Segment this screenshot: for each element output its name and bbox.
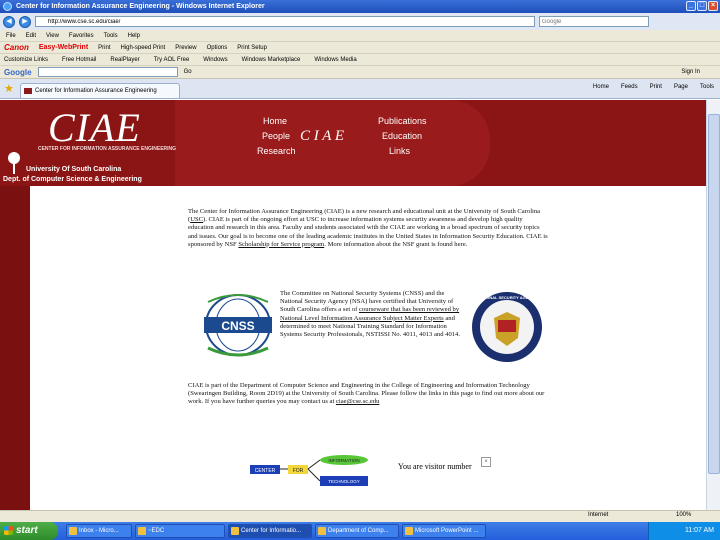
visitor-counter-label: You are visitor number <box>398 462 472 471</box>
window-titlebar: Center for Information Assurance Enginee… <box>0 0 720 13</box>
cmd-feeds[interactable]: Feeds <box>621 84 638 90</box>
menu-file[interactable]: File <box>6 33 16 39</box>
google-toolbar: Google Go Sign In <box>0 65 720 79</box>
tray-clock[interactable]: 11:07 AM <box>685 527 714 534</box>
canon-logo: Canon <box>4 43 29 52</box>
google-signin-link[interactable]: Sign In <box>681 69 700 75</box>
svg-text:FOR: FOR <box>293 468 304 474</box>
tab-ciae[interactable]: Center for Information Assurance Enginee… <box>20 83 180 98</box>
easy-webprint-button[interactable]: Easy-WebPrint <box>39 44 88 51</box>
canon-setup-button[interactable]: Print Setup <box>237 45 267 51</box>
usc-link[interactable]: USC <box>190 216 203 223</box>
site-header: CIAE CENTER FOR INFORMATION ASSURANCE EN… <box>0 100 706 186</box>
task-inbox[interactable]: Inbox - Micro... <box>66 524 132 538</box>
nav-home[interactable]: Home <box>263 116 287 126</box>
menu-favorites[interactable]: Favorites <box>69 33 94 39</box>
task-ciae-browser[interactable]: Center for Informatio... <box>228 524 312 538</box>
intro-paragraph: The Center for Information Assurance Eng… <box>188 208 548 248</box>
canon-print-button[interactable]: Print <box>98 45 110 51</box>
nav-publications[interactable]: Publications <box>378 116 427 126</box>
svg-text:INFORMATION: INFORMATION <box>328 458 359 463</box>
department-name: Dept. of Computer Science & Engineering <box>3 176 142 183</box>
svg-text:CNSS: CNSS <box>221 319 254 333</box>
canon-options-button[interactable]: Options <box>207 45 228 51</box>
search-input[interactable] <box>539 16 649 27</box>
google-go-button[interactable]: Go <box>184 69 192 75</box>
nsf-sfs-link[interactable]: Scholarship for Service program <box>238 241 324 248</box>
web-page: CIAE CENTER FOR INFORMATION ASSURANCE EN… <box>0 100 706 510</box>
command-bar: Home Feeds Print Page Tools <box>593 84 714 90</box>
window-title: Center for Information Assurance Enginee… <box>16 3 265 10</box>
task-powerpoint[interactable]: Microsoft PowerPoint ... <box>402 524 486 538</box>
cmd-print[interactable]: Print <box>650 84 662 90</box>
forward-button[interactable]: ▶ <box>19 15 31 28</box>
page-scrollbar[interactable] <box>706 100 720 510</box>
taskbar: start Inbox - Micro... ~EDC Center for I… <box>0 522 720 540</box>
favorites-star-icon[interactable]: ★ <box>4 83 16 95</box>
visitor-counter-image: × <box>481 457 491 467</box>
task-edc[interactable]: ~EDC <box>135 524 225 538</box>
svg-text:TECHNOLOGY: TECHNOLOGY <box>328 479 360 484</box>
maximize-button[interactable]: □ <box>697 1 707 11</box>
ciae-logo-subtitle: CENTER FOR INFORMATION ASSURANCE ENGINEE… <box>37 146 177 152</box>
menu-help[interactable]: Help <box>128 33 140 39</box>
university-name: University Of South Carolina <box>26 166 122 173</box>
svg-text:CENTER: CENTER <box>255 468 276 474</box>
back-button[interactable]: ◀ <box>3 15 15 28</box>
nav-people[interactable]: People <box>262 131 290 141</box>
address-bar: ◀ ▶ <box>0 13 720 30</box>
status-zone: Internet <box>588 512 609 518</box>
cnss-logo-icon: CNSS <box>204 294 272 357</box>
nav-links[interactable]: Links <box>389 146 410 156</box>
link-customize[interactable]: Customize Links <box>4 57 48 63</box>
ie-icon <box>3 2 12 11</box>
information-technology-graphic: CENTER FOR INFORMATION TECHNOLOGY <box>250 455 368 486</box>
main-content: The Center for Information Assurance Eng… <box>30 186 706 510</box>
google-search-input[interactable] <box>37 67 178 77</box>
link-windows[interactable]: Windows <box>203 57 227 63</box>
links-bar: Customize Links Free Hotmail RealPlayer … <box>0 53 720 65</box>
link-realplayer[interactable]: RealPlayer <box>110 57 139 63</box>
department-paragraph: CIAE is part of the Department of Comput… <box>188 382 545 406</box>
start-button[interactable]: start <box>0 522 58 540</box>
system-tray: 11:07 AM <box>648 522 720 540</box>
email-link[interactable]: ciae@cse.sc.edu <box>336 398 379 405</box>
menu-bar: File Edit View Favorites Tools Help <box>0 30 720 41</box>
scrollbar-thumb[interactable] <box>708 114 720 474</box>
nav-research[interactable]: Research <box>257 146 296 156</box>
url-input[interactable] <box>35 16 535 27</box>
task-department[interactable]: Department of Comp... <box>315 524 399 538</box>
cnss-paragraph: The Committee on National Security Syste… <box>280 290 460 339</box>
window-controls: _ □ × <box>686 1 718 11</box>
ciae-center-glyph: C I A E <box>300 128 345 144</box>
menu-edit[interactable]: Edit <box>26 33 36 39</box>
menu-tools[interactable]: Tools <box>104 33 118 39</box>
link-marketplace[interactable]: Windows Marketplace <box>242 57 301 63</box>
link-hotmail[interactable]: Free Hotmail <box>62 57 96 63</box>
status-bar <box>0 510 720 522</box>
minimize-button[interactable]: _ <box>686 1 696 11</box>
nsa-seal-icon: NATIONAL SECURITY AGENCY <box>472 292 542 362</box>
canon-highspeed-button[interactable]: High-speed Print <box>121 45 166 51</box>
link-aol[interactable]: Try AOL Free <box>154 57 190 63</box>
ciae-logo[interactable]: CIAE <box>48 104 141 151</box>
cmd-page[interactable]: Page <box>674 84 688 90</box>
nav-education[interactable]: Education <box>382 131 422 141</box>
canon-preview-button[interactable]: Preview <box>175 45 196 51</box>
palmetto-icon <box>8 152 20 174</box>
svg-text:NATIONAL SECURITY AGENCY: NATIONAL SECURITY AGENCY <box>477 295 537 300</box>
close-button[interactable]: × <box>708 1 718 11</box>
cmd-tools[interactable]: Tools <box>700 84 714 90</box>
menu-view[interactable]: View <box>46 33 59 39</box>
zoom-level[interactable]: 100% <box>676 512 691 518</box>
cmd-home[interactable]: Home <box>593 84 609 90</box>
link-media[interactable]: Windows Media <box>314 57 356 63</box>
google-logo: Google <box>4 67 32 77</box>
canon-toolbar: Canon Easy-WebPrint Print High-speed Pri… <box>0 41 720 53</box>
